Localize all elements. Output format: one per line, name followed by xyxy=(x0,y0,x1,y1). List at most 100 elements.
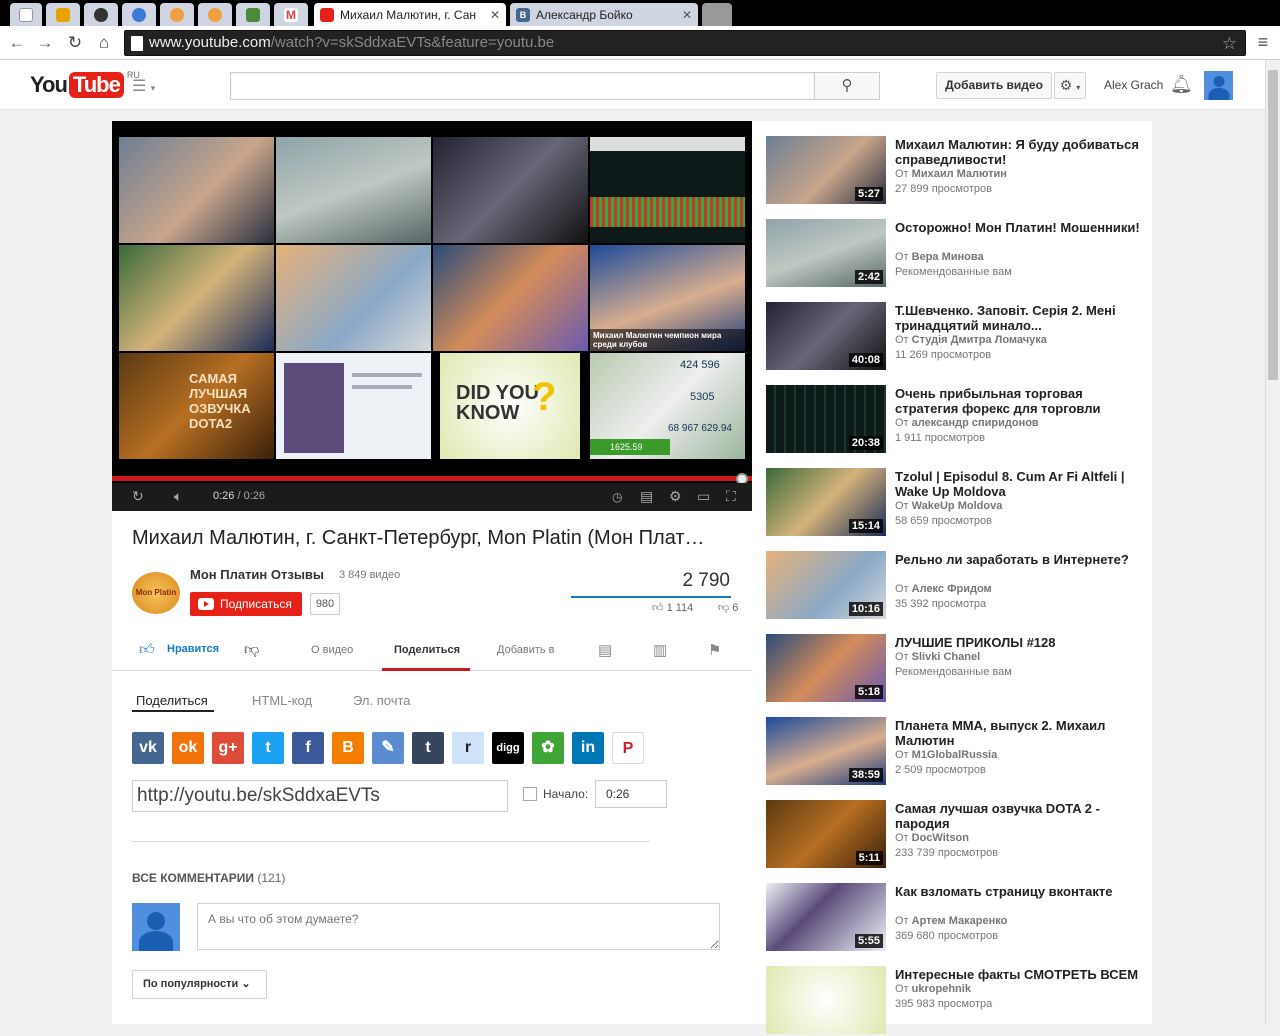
related-video-item[interactable]: 5:18 ЛУЧШИЕ ПРИКОЛЫ #128 От Slivki Chanel Р… xyxy=(766,634,1146,704)
home-icon[interactable]: ⌂ xyxy=(93,32,115,54)
youtube-logo[interactable]: You Tube RU xyxy=(30,70,140,98)
google-plus-share-button[interactable]: g+ xyxy=(212,732,244,764)
forward-icon[interactable]: → xyxy=(34,32,56,54)
related-video-title[interactable]: Интересные факты СМОТРЕТЬ ВСЕМ xyxy=(895,967,1140,982)
endscreen-thumb[interactable] xyxy=(119,137,274,243)
browser-tab-7[interactable] xyxy=(236,3,270,26)
tumblr-share-button[interactable]: t xyxy=(412,732,444,764)
video-thumbnail[interactable]: 5:18 xyxy=(766,634,886,702)
related-video-item[interactable]: 38:59 Планета ММА, выпуск 2. Михаил Малют… xyxy=(766,717,1146,787)
related-video-item[interactable]: 5:11 Самая лучшая озвучка DOTA 2 - пароди… xyxy=(766,800,1146,870)
related-video-title[interactable]: Осторожно! Мон Платин! Мошенники! xyxy=(895,220,1140,235)
video-thumbnail[interactable]: 38:59 xyxy=(766,717,886,785)
new-tab-button[interactable] xyxy=(702,3,732,26)
endscreen-thumb[interactable]: Михаил Малютин чемпион мира среди клубов xyxy=(590,245,745,351)
endscreen-thumb[interactable] xyxy=(433,137,588,243)
channel-name[interactable]: Михаил Малютин xyxy=(912,168,1007,180)
video-player[interactable]: Михаил Малютин чемпион мира среди клубов… xyxy=(112,121,752,511)
fullscreen-icon[interactable]: ⛶ xyxy=(726,488,736,505)
channel-name[interactable]: M1GlobalRussia xyxy=(912,749,998,761)
related-video-item[interactable]: 2:42 Осторожно! Мон Платин! Мошенники! От … xyxy=(766,219,1146,289)
page-scrollbar[interactable] xyxy=(1265,60,1280,1024)
share-subtab-share[interactable]: Поделиться xyxy=(136,693,208,708)
like-button[interactable]: Нравится xyxy=(167,643,219,655)
upload-button[interactable]: Добавить видео xyxy=(936,72,1052,99)
channel-logo[interactable]: Mon Platin xyxy=(132,572,180,614)
browser-tab-3[interactable] xyxy=(84,3,118,26)
browser-tab-youtube[interactable]: Михаил Малютин, г. Сан ✕ xyxy=(314,3,506,26)
thumbs-down-icon[interactable]: 👎︎ xyxy=(244,641,259,659)
video-thumbnail[interactable]: 5:27 xyxy=(766,136,886,204)
video-thumbnail[interactable]: 15:14 xyxy=(766,468,886,536)
video-thumbnail[interactable]: 2:42 xyxy=(766,219,886,287)
livejournal-share-button[interactable]: ✎ xyxy=(372,732,404,764)
channel-name[interactable]: DocWitson xyxy=(912,832,969,844)
start-time-checkbox[interactable] xyxy=(523,787,537,801)
comment-input[interactable] xyxy=(197,903,720,950)
scrollbar-thumb[interactable] xyxy=(1268,70,1278,380)
video-thumbnail[interactable]: 20:38 xyxy=(766,385,886,453)
related-video-item[interactable]: 20:38 Очень прибыльная торговая стратегия… xyxy=(766,385,1146,455)
browser-tab-2[interactable] xyxy=(46,3,80,26)
related-video-title[interactable]: Т.Шевченко. Заповіт. Серія 2. Мені трина… xyxy=(895,303,1140,333)
endscreen-thumb[interactable] xyxy=(276,353,431,459)
related-video-item[interactable]: 5:55 Как взломать страницу вконтакте От Ар… xyxy=(766,883,1146,953)
related-video-title[interactable]: Как взломать страницу вконтакте xyxy=(895,884,1140,899)
tab-share[interactable]: Поделиться xyxy=(394,644,460,656)
digg-share-button[interactable]: digg xyxy=(492,732,524,764)
endscreen-thumb[interactable]: DID YOU KNOW ? xyxy=(440,353,580,459)
subtitles-icon[interactable]: ▤ xyxy=(640,488,653,505)
related-video-item[interactable]: Интересные факты СМОТРЕТЬ ВСЕМ От ukropeh… xyxy=(766,966,1146,1036)
endscreen-thumb[interactable] xyxy=(433,245,588,351)
endscreen-thumb[interactable]: 424 596 5305 68 967 629.94 1625.59 xyxy=(590,353,745,459)
close-icon[interactable]: ✕ xyxy=(682,8,692,22)
pinterest-share-button[interactable]: P xyxy=(612,732,644,764)
browser-tab-1[interactable] xyxy=(10,3,42,26)
transcript-icon[interactable]: ▤ xyxy=(598,641,612,659)
video-thumbnail[interactable]: 5:55 xyxy=(766,883,886,951)
channel-name[interactable]: Мон Платин Отзывы xyxy=(190,567,324,582)
related-video-item[interactable]: 15:14 Tzolul | Episodul 8. Cum Ar Fi Altf… xyxy=(766,468,1146,538)
video-thumbnail[interactable]: 40:08 xyxy=(766,302,886,370)
channel-name[interactable]: Студія Дмитра Ломачука xyxy=(912,334,1047,346)
related-video-title[interactable]: Планета ММА, выпуск 2. Михаил Малютин xyxy=(895,718,1140,748)
related-video-title[interactable]: Tzolul | Episodul 8. Cum Ar Fi Altfeli |… xyxy=(895,469,1140,499)
facebook-share-button[interactable]: f xyxy=(292,732,324,764)
star-icon[interactable]: ☆ xyxy=(1222,32,1237,56)
related-video-title[interactable]: Очень прибыльная торговая стратегия форе… xyxy=(895,386,1140,416)
progress-bar[interactable] xyxy=(112,476,752,481)
address-bar[interactable]: www.youtube.com/watch?v=skSddxaEVTs&feat… xyxy=(124,30,1246,56)
endscreen-thumb[interactable]: САМАЯ ЛУЧШАЯ ОЗВУЧКА DOTA2 xyxy=(119,353,274,459)
menu-icon[interactable]: ≡ xyxy=(1252,32,1274,54)
channel-name[interactable]: ukropehnik xyxy=(912,983,971,995)
search-button[interactable]: ⚲ xyxy=(814,72,880,100)
video-thumbnail[interactable]: 10:16 xyxy=(766,551,886,619)
bell-icon[interactable]: 🔔︎ xyxy=(1170,74,1193,95)
related-video-title[interactable]: ЛУЧШИЕ ПРИКОЛЫ #128 xyxy=(895,635,1140,650)
statistics-icon[interactable]: ▥ xyxy=(653,641,667,659)
replay-icon[interactable]: ↻ xyxy=(132,488,144,505)
related-video-title[interactable]: Самая лучшая озвучка DOTA 2 - пародия xyxy=(895,801,1140,831)
browser-tab-4[interactable] xyxy=(122,3,156,26)
related-video-title[interactable]: Михаил Малютин: Я буду добиваться справе… xyxy=(895,137,1140,167)
channel-name[interactable]: Артем Макаренко xyxy=(912,915,1008,927)
browser-tab-vk[interactable]: B Александр Бойко ✕ xyxy=(510,3,698,26)
share-url-field[interactable] xyxy=(132,780,508,812)
subscribe-button[interactable]: Подписаться xyxy=(190,592,302,616)
browser-tab-5[interactable] xyxy=(160,3,194,26)
tab-add-to[interactable]: Добавить в xyxy=(497,644,555,656)
video-thumbnail[interactable]: 5:11 xyxy=(766,800,886,868)
channel-name[interactable]: Вера Минова xyxy=(912,251,984,263)
back-icon[interactable]: ← xyxy=(6,32,28,54)
thumbs-up-icon[interactable]: 👍︎ xyxy=(139,641,155,659)
blogger-share-button[interactable]: B xyxy=(332,732,364,764)
channel-name[interactable]: Slivki Chanel xyxy=(912,651,980,663)
channel-name[interactable]: александр спиридонов xyxy=(912,417,1039,429)
guide-menu-icon[interactable]: ☰ ▾ xyxy=(132,76,155,96)
user-avatar[interactable] xyxy=(1204,71,1233,100)
volume-icon[interactable]: 🔈︎ xyxy=(174,488,182,505)
mailru-share-button[interactable]: ✿ xyxy=(532,732,564,764)
related-video-item[interactable]: 10:16 Рельно ли заработать в Интернете? От… xyxy=(766,551,1146,621)
reddit-share-button[interactable]: r xyxy=(452,732,484,764)
linkedin-share-button[interactable]: in xyxy=(572,732,604,764)
